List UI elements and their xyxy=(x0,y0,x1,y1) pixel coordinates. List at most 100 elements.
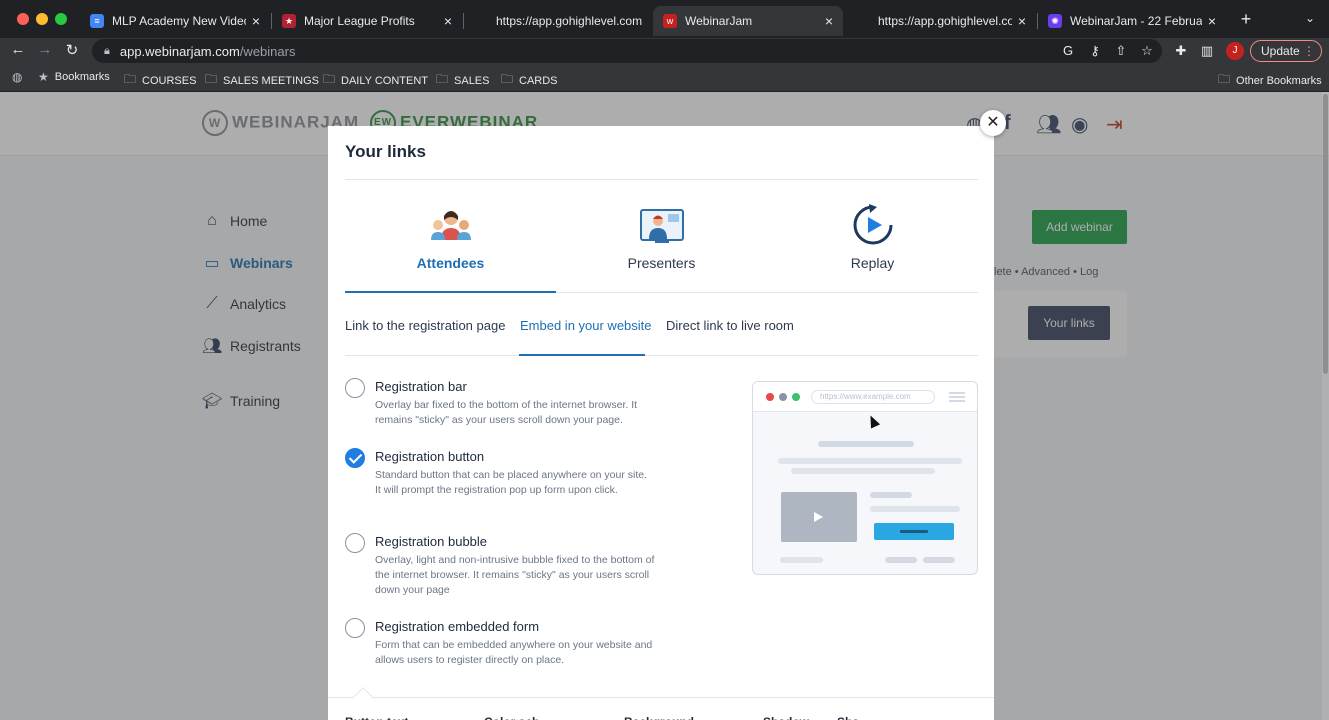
preview-video xyxy=(781,492,857,542)
blank-favicon-icon xyxy=(474,14,488,28)
apps-globe-icon[interactable]: ◍ xyxy=(12,70,28,84)
window-zoom-button[interactable] xyxy=(55,13,67,25)
preview-dot xyxy=(766,393,774,401)
tab-label: Presenters xyxy=(627,255,696,271)
option-description: Overlay bar fixed to the bottom of the i… xyxy=(375,399,638,426)
page-scrollbar[interactable] xyxy=(1322,92,1329,720)
option-registration-bar[interactable]: Registration bar Overlay bar fixed to th… xyxy=(345,378,665,434)
bookmark-sales[interactable]: 🗀︎ SALES xyxy=(436,70,489,91)
tab-close-icon[interactable]: × xyxy=(252,13,260,29)
mlp-favicon-icon: ★ xyxy=(282,14,296,28)
new-tab-plus-icon[interactable]: + xyxy=(1236,9,1256,30)
radio-registration-button[interactable] xyxy=(345,448,365,468)
option-registration-button[interactable]: Registration button Standard button that… xyxy=(345,448,665,518)
preview-line xyxy=(778,458,962,464)
modal-close-icon[interactable]: ✕ xyxy=(980,110,1006,136)
radio-registration-bar[interactable] xyxy=(345,378,365,398)
subtab-embed-in-website[interactable]: Embed in your website xyxy=(520,318,652,333)
preview-dot xyxy=(779,393,787,401)
tab-title: Major League Profits xyxy=(304,14,415,28)
bookmark-star-icon[interactable]: ☆ xyxy=(1139,43,1155,59)
browser-tab-webinarjam[interactable]: w WebinarJam × xyxy=(653,6,843,36)
bookmark-label: Other Bookmarks xyxy=(1236,74,1322,87)
folder-icon: 🗀︎ xyxy=(323,72,336,86)
back-arrow-icon[interactable]: ← xyxy=(8,41,28,58)
reload-icon[interactable]: ↻ xyxy=(62,41,82,59)
bookmark-label: SALES MEETINGS xyxy=(223,74,319,87)
bookmark-cards[interactable]: 🗀︎ CARDS xyxy=(501,70,558,91)
tab-presenters[interactable]: Presenters xyxy=(556,200,767,292)
bookmark-bookmarks[interactable]: ★ Bookmarks xyxy=(38,70,110,84)
preview-line xyxy=(870,506,960,512)
update-label: Update xyxy=(1261,44,1300,58)
bookmark-label: CARDS xyxy=(519,74,558,87)
tab-close-icon[interactable]: × xyxy=(825,13,833,29)
side-panel-icon[interactable]: ▥ xyxy=(1199,43,1215,59)
option-registration-bubble[interactable]: Registration bubble Overlay, light and n… xyxy=(345,533,665,603)
tab-close-icon[interactable]: × xyxy=(1018,13,1026,29)
divider xyxy=(345,355,978,356)
bookmark-other-bookmarks[interactable]: 🗀︎ Other Bookmarks xyxy=(1218,70,1322,91)
option-registration-embedded-form[interactable]: Registration embedded form Form that can… xyxy=(345,618,665,674)
preview-line xyxy=(791,468,935,474)
settings-tab-shape[interactable]: Sha xyxy=(837,714,859,720)
bookmark-label: SALES xyxy=(454,74,490,87)
preview-line xyxy=(885,557,917,563)
option-title: Registration button xyxy=(375,449,485,464)
presenters-icon xyxy=(640,209,684,243)
window-minimize-button[interactable] xyxy=(36,13,48,25)
webinarjam-purple-favicon-icon: ✺ xyxy=(1048,14,1062,28)
bookmark-sales-meetings[interactable]: 🗀︎ SALES MEETINGS xyxy=(205,70,319,91)
scrollbar-thumb[interactable] xyxy=(1323,94,1328,374)
key-icon[interactable]: ⚷ xyxy=(1087,43,1103,59)
tab-close-icon[interactable]: × xyxy=(1208,13,1216,29)
profile-avatar[interactable]: J xyxy=(1226,42,1244,60)
subtab-direct-link-live-room[interactable]: Direct link to live room xyxy=(666,318,794,333)
docs-favicon-icon: ≡ xyxy=(90,14,104,28)
google-icon[interactable]: G xyxy=(1060,43,1076,58)
browser-tab-gohighlevel-1[interactable]: https://app.gohighlevel.com/ xyxy=(464,6,652,36)
tab-title: WebinarJam - 22 February 20 xyxy=(1070,14,1202,28)
bookmark-daily-content[interactable]: 🗀︎ DAILY CONTENT xyxy=(323,70,428,91)
subtab-link-registration-page[interactable]: Link to the registration page xyxy=(345,318,505,333)
settings-tab-color-scheme[interactable]: Color sch xyxy=(484,714,539,720)
browser-tab-gohighlevel-2[interactable]: https://app.gohighlevel.com/ × xyxy=(846,6,1036,36)
tab-replay[interactable]: Replay xyxy=(767,200,978,292)
tab-attendees[interactable]: Attendees xyxy=(345,200,556,292)
bookmarks-bar: ◍ ★ Bookmarks 🗀︎ COURSES 🗀︎ SALES MEETINGS … xyxy=(0,64,1329,92)
settings-tab-background[interactable]: Background xyxy=(624,714,694,720)
folder-icon: 🗀︎ xyxy=(1218,72,1231,86)
window-close-button[interactable] xyxy=(17,13,29,25)
tab-close-icon[interactable]: × xyxy=(444,13,452,29)
bookmark-courses[interactable]: 🗀︎ COURSES xyxy=(124,70,196,91)
url-host: app.webinarjam.com xyxy=(119,43,240,59)
bookmark-label: Bookmarks xyxy=(54,71,110,83)
preview-browser-bar: https://www.example.com xyxy=(753,382,977,412)
bookmark-label: COURSES xyxy=(142,74,197,87)
update-button[interactable]: Update ⋮ xyxy=(1250,40,1322,62)
tab-search-chevron-down-icon[interactable]: ⌄ xyxy=(1300,11,1320,25)
radio-registration-embedded-form[interactable] xyxy=(345,618,365,638)
browser-tab-major-league-profits[interactable]: ★ Major League Profits × xyxy=(272,6,462,36)
option-description: Overlay, light and non-intrusive bubble … xyxy=(375,554,655,596)
forward-arrow-icon[interactable]: → xyxy=(35,41,55,58)
settings-tab-button-text[interactable]: Button text xyxy=(345,714,408,720)
share-icon[interactable]: ⇧ xyxy=(1113,43,1129,59)
option-title: Registration bar xyxy=(375,379,467,394)
preview-registration-button xyxy=(874,523,954,540)
settings-tab-shadow[interactable]: Shadow xyxy=(763,714,809,720)
preview-line xyxy=(818,441,914,447)
active-subtab-indicator xyxy=(519,354,645,356)
replay-icon xyxy=(853,204,893,245)
address-bar[interactable]: 🔒︎ app.webinarjam.com/webinars xyxy=(92,39,1162,63)
folder-icon: 🗀︎ xyxy=(205,72,218,86)
folder-icon: 🗀︎ xyxy=(124,72,137,86)
embed-preview-illustration: https://www.example.com xyxy=(752,381,978,575)
browser-tab-webinarjam-22-feb[interactable]: ✺ WebinarJam - 22 February 20 × xyxy=(1038,6,1226,36)
lock-icon: 🔒︎ xyxy=(104,44,110,57)
extensions-puzzle-icon[interactable]: ✚ xyxy=(1173,43,1189,59)
blank-favicon-icon xyxy=(856,14,870,28)
radio-registration-bubble[interactable] xyxy=(345,533,365,553)
preview-url: https://www.example.com xyxy=(811,390,935,404)
browser-tab-mlp-academy[interactable]: ≡ MLP Academy New Videos - × xyxy=(80,6,270,36)
